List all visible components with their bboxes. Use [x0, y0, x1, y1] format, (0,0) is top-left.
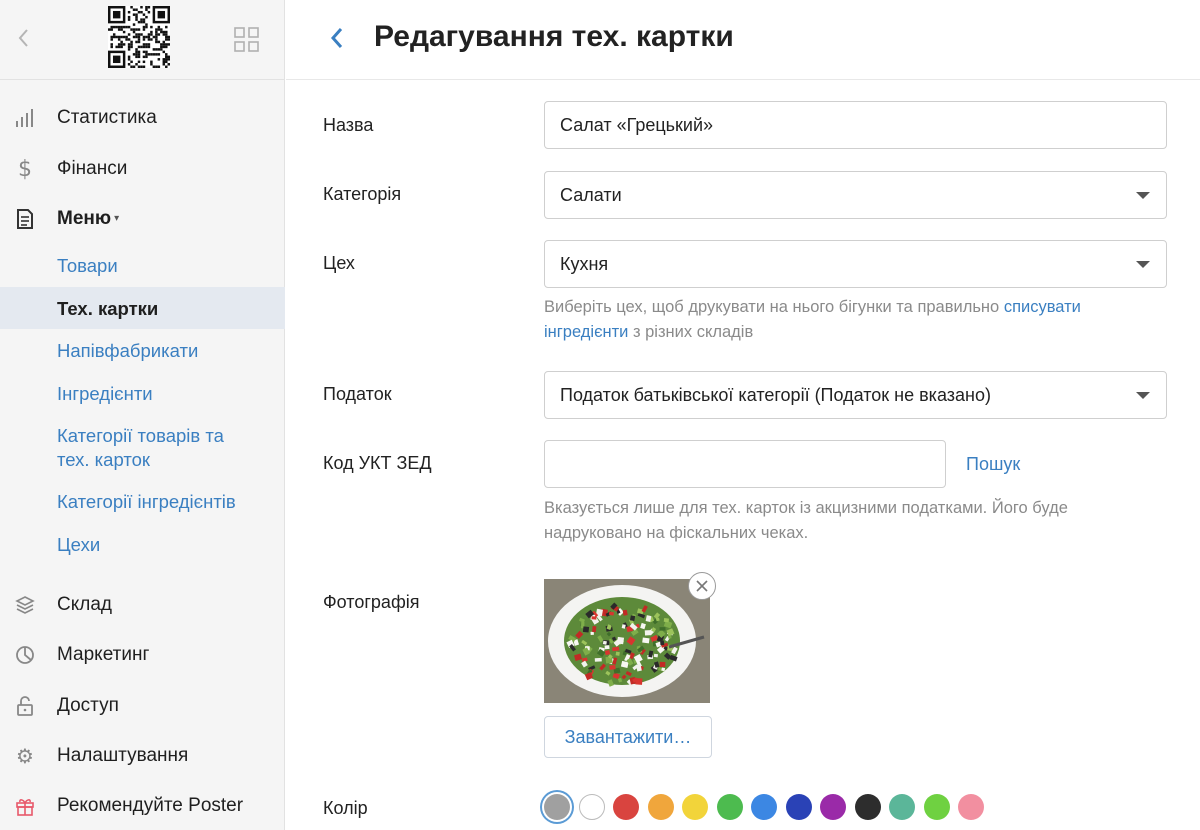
- uktzed-hint-line-2: надруковано на фіскальних чеках.: [544, 524, 809, 542]
- name-field-value: Салат «Грецький»: [560, 114, 714, 135]
- sidebar-subitem-product-categories-line2[interactable]: тех. карток: [57, 448, 150, 472]
- dish-photo: [544, 579, 710, 703]
- collapse-sidebar-icon[interactable]: [12, 24, 36, 52]
- lock-icon: [14, 695, 36, 717]
- color-swatch[interactable]: [544, 794, 570, 820]
- color-swatch[interactable]: [751, 794, 777, 820]
- tax-select[interactable]: Податок батьківської категорії (Податок …: [544, 371, 1167, 419]
- color-swatch[interactable]: [578, 794, 605, 820]
- gift-icon: [14, 795, 36, 817]
- color-swatch[interactable]: [958, 794, 984, 820]
- dollar-icon: $: [18, 156, 32, 182]
- category-label: Категорія: [323, 184, 402, 204]
- workshop-hint-text-end: з різних складів: [628, 323, 754, 341]
- tax-select-value: Податок батьківської категорії (Податок …: [560, 384, 991, 405]
- page-header: Редагування тех. картки: [286, 0, 1200, 80]
- sidebar-item-settings[interactable]: ⚙ Налаштування: [0, 736, 285, 776]
- sidebar-item-warehouse[interactable]: Склад: [0, 585, 285, 625]
- sidebar-item-label: Меню ▾: [57, 208, 120, 229]
- name-label: Назва: [323, 115, 374, 135]
- sidebar-subitem-tech-cards[interactable]: Тех. картки: [57, 297, 158, 321]
- dropdown-caret-icon: [1136, 261, 1150, 268]
- workshop-hint: Виберіть цех, щоб друкувати на нього біг…: [544, 295, 1144, 345]
- sidebar-subitem-products[interactable]: Товари: [57, 254, 118, 278]
- caret-down-icon: ▾: [114, 213, 120, 225]
- back-arrow-icon[interactable]: [326, 24, 348, 52]
- sidebar-item-marketing[interactable]: Маркетинг: [0, 635, 285, 675]
- sidebar-item-statistics[interactable]: Статистика: [0, 98, 285, 138]
- color-swatch[interactable]: [923, 794, 950, 820]
- sidebar-subitem-product-categories[interactable]: Категорії товарів та: [57, 424, 224, 448]
- remove-photo-button[interactable]: [688, 572, 716, 600]
- uktzed-hint-line-1: Вказується лише для тех. карток із акциз…: [544, 499, 1068, 517]
- pie-chart-icon: [14, 644, 36, 666]
- document-icon: [14, 208, 36, 230]
- sidebar-item-label: Маркетинг: [57, 644, 150, 665]
- color-swatch[interactable]: [889, 794, 915, 820]
- sidebar-subitem-workshops[interactable]: Цехи: [57, 533, 100, 557]
- write-off-link[interactable]: списувати: [1004, 298, 1081, 316]
- color-swatch[interactable]: [820, 794, 846, 820]
- sidebar-subitem-ingredients[interactable]: Інгредієнти: [57, 382, 153, 406]
- sidebar-item-finance[interactable]: $ Фінанси: [0, 149, 285, 189]
- workshop-select-value: Кухня: [560, 253, 609, 274]
- qr-code-logo: [108, 6, 170, 68]
- color-swatch[interactable]: [647, 794, 674, 820]
- sidebar-item-label: Рекомендуйте Poster: [57, 795, 244, 816]
- workshop-select[interactable]: Кухня: [544, 240, 1167, 288]
- sidebar-subitem-ingredient-categories[interactable]: Категорії інгредієнтів: [57, 490, 236, 514]
- uktzed-search-link[interactable]: Пошук: [966, 454, 1020, 475]
- sidebar-item-label: Склад: [57, 594, 112, 615]
- uktzed-input[interactable]: [544, 440, 946, 488]
- tax-label: Податок: [323, 384, 392, 404]
- name-field[interactable]: Салат «Грецький»: [544, 101, 1167, 149]
- ingredients-link[interactable]: інгредієнти: [544, 323, 628, 341]
- sidebar-header: [0, 0, 284, 80]
- photo-label: Фотографія: [323, 592, 420, 612]
- color-swatch[interactable]: [716, 794, 743, 820]
- page-title: Редагування тех. картки: [374, 20, 734, 53]
- gear-icon: ⚙: [16, 745, 34, 768]
- color-swatch[interactable]: [785, 794, 812, 820]
- apps-grid-icon[interactable]: [234, 27, 260, 53]
- sidebar: Статистика $ Фінанси Меню ▾ Товари Тех. к…: [0, 0, 285, 830]
- close-icon: [696, 580, 708, 592]
- upload-photo-button[interactable]: Завантажити…: [544, 716, 712, 758]
- salad-photo-image: [544, 579, 710, 703]
- bar-chart-icon: [14, 107, 36, 129]
- dropdown-caret-icon: [1136, 392, 1150, 399]
- color-swatch[interactable]: [682, 794, 708, 820]
- sidebar-item-menu[interactable]: Меню ▾: [0, 199, 285, 239]
- sidebar-item-label: Налаштування: [57, 745, 189, 766]
- sidebar-item-label: Статистика: [57, 107, 157, 128]
- color-label: Колір: [323, 798, 368, 818]
- sidebar-item-label: Фінанси: [57, 158, 128, 179]
- color-swatch[interactable]: [613, 794, 639, 820]
- workshop-hint-text: Виберіть цех, щоб друкувати на нього біг…: [544, 298, 1004, 316]
- sidebar-item-label: Доступ: [57, 695, 119, 716]
- layers-icon: [14, 594, 36, 616]
- sidebar-item-recommend[interactable]: Рекомендуйте Poster: [0, 786, 285, 826]
- sidebar-subitem-semi-products[interactable]: Напівфабрикати: [57, 339, 198, 363]
- workshop-label: Цех: [323, 253, 355, 273]
- sidebar-item-access[interactable]: Доступ: [0, 686, 285, 726]
- dropdown-caret-icon: [1136, 192, 1150, 199]
- category-select[interactable]: Салати: [544, 171, 1167, 219]
- color-swatch[interactable]: [854, 794, 881, 820]
- uktzed-hint: Вказується лише для тех. карток із акциз…: [544, 496, 1144, 546]
- uktzed-label: Код УКТ ЗЕД: [323, 453, 432, 473]
- category-select-value: Салати: [560, 184, 622, 205]
